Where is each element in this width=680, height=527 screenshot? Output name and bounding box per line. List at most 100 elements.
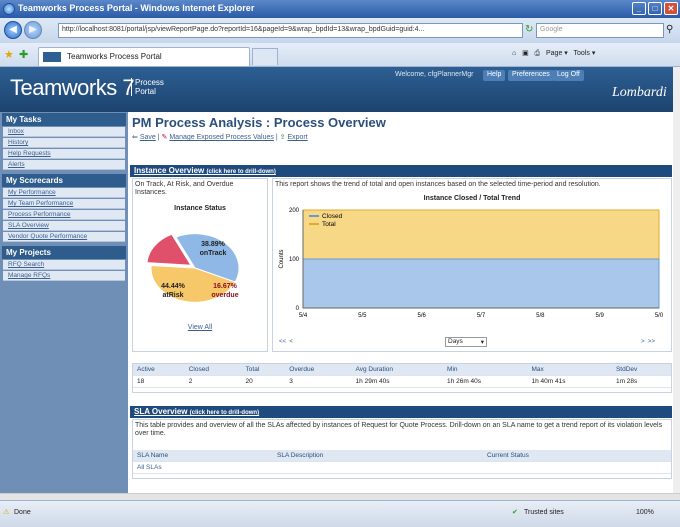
drill-down-hint: (click here to drill-down) <box>206 169 276 175</box>
stats-header-row: Active Closed Total Overdue Avg Duration… <box>133 364 671 376</box>
sla-header: SLA Description <box>273 450 483 462</box>
export-link[interactable]: Export <box>287 134 307 141</box>
status-bar: ⚠ Done ✔ Trusted sites 100% <box>0 500 680 527</box>
sidebar-item-vendor-quote[interactable]: Vendor Quote Performance <box>3 232 125 242</box>
y-axis-label: Counts <box>279 249 285 268</box>
portal-line1: Process <box>135 78 164 87</box>
pie-title: Instance Status <box>174 205 226 212</box>
sidebar-item-rfq-search[interactable]: RFQ Search <box>3 260 125 270</box>
dropdown-arrow-icon: ▾ <box>480 339 484 346</box>
pie-category-label: overdue <box>211 292 238 299</box>
sla-overview-head[interactable]: SLA Overview (click here to drill-down) <box>130 406 672 418</box>
sla-table: SLA Name SLA Description Current Status … <box>133 450 671 474</box>
pie-category-label: onTrack <box>200 250 227 257</box>
trend-chart: 0 100 200 5/4 5/5 5/6 5/7 5/8 5/9 5/0 Counts Closed… <box>279 208 664 319</box>
stats-cell: 3 <box>285 375 352 388</box>
close-button[interactable]: ✕ <box>664 2 678 15</box>
sidebar-item-my-performance[interactable]: My Performance <box>3 188 125 198</box>
zone-text: Trusted sites <box>524 509 564 516</box>
legend-label: Total <box>322 221 336 228</box>
sidebar-item-sla-overview[interactable]: SLA Overview <box>3 221 125 231</box>
teamworks-logo: Teamworks 7 <box>10 75 135 100</box>
prev-nav[interactable]: << < <box>279 339 293 345</box>
window-title-bar: Teamworks Process Portal - Windows Inter… <box>0 0 680 18</box>
stats-cell: 2 <box>184 375 242 388</box>
stats-row: 18 2 20 3 1h 29m 40s 1h 26m 40s 1h 40m 4… <box>133 375 671 388</box>
pie-description: On Track, At Risk, and Overdue Instances… <box>135 181 234 196</box>
zoom-text[interactable]: 100% <box>636 509 654 516</box>
horizontal-scrollbar[interactable] <box>0 493 680 500</box>
trusted-icon: ✔ <box>512 509 518 516</box>
help-link[interactable]: Help <box>483 70 506 81</box>
all-slas-link[interactable]: All SLAs <box>133 461 273 474</box>
feeds-icon[interactable]: ▣ <box>522 50 529 57</box>
export-icon: ⇪ <box>279 134 286 141</box>
pie-percent-label: 44.44% <box>161 283 186 290</box>
action-bar: ⇐ Save | ✎ Manage Exposed Process Values… <box>132 134 308 141</box>
search-icon[interactable]: ⚲ <box>666 24 673 35</box>
add-favorite-icon[interactable]: ✚ <box>19 48 28 61</box>
stats-header: Max <box>527 364 612 376</box>
portal-line2: Portal <box>135 87 156 96</box>
sidebar-item-manage-rfqs[interactable]: Manage RFQs <box>3 271 125 281</box>
maximize-button[interactable]: □ <box>648 2 662 15</box>
sla-row: All SLAs <box>133 461 671 474</box>
sidebar-item-history[interactable]: History <box>3 138 125 148</box>
period-select[interactable]: Days ▾ <box>445 337 487 347</box>
back-arrow-icon[interactable]: ◀ <box>4 21 22 39</box>
drill-down-hint: (click here to drill-down) <box>189 410 260 416</box>
sidebar-item-help-requests[interactable]: Help Requests <box>3 149 125 159</box>
tab-favicon-icon <box>43 52 61 62</box>
forward-arrow-icon[interactable]: ▶ <box>24 21 42 39</box>
x-tick-label: 5/0 <box>655 313 664 319</box>
sla-cell <box>273 461 483 474</box>
new-tab-button[interactable] <box>252 48 278 65</box>
logoff-link[interactable]: Log Off <box>553 70 584 81</box>
trend-description: This report shows the trend of total and… <box>275 181 601 188</box>
window-title: Teamworks Process Portal - Windows Inter… <box>18 3 255 13</box>
stats-cell: 20 <box>241 375 286 388</box>
preferences-link[interactable]: Preferences <box>508 70 554 81</box>
minimize-button[interactable]: _ <box>632 2 646 15</box>
ie-icon <box>3 3 15 15</box>
pie-percent-label: 38.89% <box>201 241 226 248</box>
address-input[interactable]: http://localhost:8081/portal/jsp/viewRep… <box>58 23 523 38</box>
sla-overview-title: SLA Overview <box>134 407 188 416</box>
stats-cell: 1h 26m 40s <box>443 375 528 388</box>
next-nav[interactable]: > >> <box>641 339 655 345</box>
x-tick-label: 5/9 <box>595 313 604 319</box>
page-menu[interactable]: Page <box>546 50 562 57</box>
favorites-star-icon[interactable]: ★ <box>4 48 14 61</box>
sla-header: Current Status <box>483 450 671 462</box>
instance-overview-title: Instance Overview <box>134 166 205 175</box>
search-input[interactable]: Google <box>536 23 664 38</box>
sla-cell <box>483 461 671 474</box>
y-tick-label: 100 <box>289 257 300 263</box>
portal-label: Process Portal <box>131 78 164 96</box>
sla-header: SLA Name <box>133 450 273 462</box>
x-tick-label: 5/5 <box>358 313 367 319</box>
sidebar-item-alerts[interactable]: Alerts <box>3 160 125 170</box>
period-select-value: Days <box>448 338 463 345</box>
browser-tab[interactable]: Teamworks Process Portal <box>38 47 250 66</box>
refresh-icon[interactable]: ↻ <box>525 24 533 35</box>
sidebar-item-inbox[interactable]: Inbox <box>3 127 125 137</box>
stats-panel: Active Closed Total Overdue Avg Duration… <box>132 363 672 393</box>
tools-menu[interactable]: Tools <box>574 50 590 57</box>
home-icon[interactable]: ⌂ <box>512 50 516 57</box>
manage-values-link[interactable]: Manage Exposed Process Values <box>169 134 274 141</box>
area-series-closed <box>302 258 660 309</box>
vertical-scrollbar[interactable] <box>673 67 680 493</box>
command-bar: ⌂ ▣ ⎙ Page ▾ Tools ▾ <box>512 50 596 57</box>
page-title: PM Process Analysis : Process Overview <box>132 115 386 130</box>
tab-label: Teamworks Process Portal <box>67 52 162 61</box>
sidebar-item-team-performance[interactable]: My Team Performance <box>3 199 125 209</box>
sidebar-item-process-performance[interactable]: Process Performance <box>3 210 125 220</box>
trend-panel: This report shows the trend of total and… <box>272 178 672 352</box>
stats-header: Closed <box>184 364 242 376</box>
view-all-link[interactable]: View All <box>133 324 267 331</box>
save-link[interactable]: Save <box>140 134 156 141</box>
legend-label: Closed <box>322 213 343 220</box>
print-icon[interactable]: ⎙ <box>535 50 541 57</box>
instance-overview-head[interactable]: Instance Overview (click here to drill-d… <box>130 165 672 177</box>
